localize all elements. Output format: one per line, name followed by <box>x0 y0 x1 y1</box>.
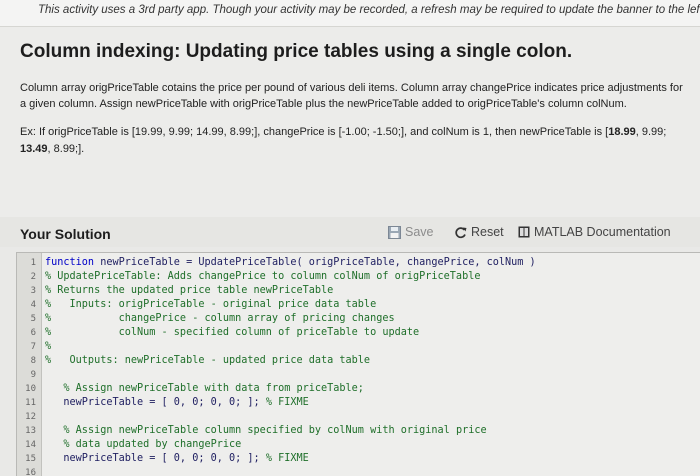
line-code: % Assign newPriceTable column specified … <box>45 424 487 438</box>
code-line[interactable]: 2 % UpdatePriceTable: Adds changePrice to… <box>17 270 700 284</box>
line-code: % Returns the updated price table newPri… <box>45 284 333 298</box>
code-text: newPriceTable = UpdatePriceTable( origPr… <box>94 257 536 268</box>
code-line[interactable]: 10 % Assign newPriceTable with data from… <box>17 382 700 396</box>
code-comment: % UpdatePriceTable: Adds changePrice to … <box>45 271 481 282</box>
code-line[interactable]: 12 <box>17 410 700 424</box>
third-party-banner: This activity uses a 3rd party app. Thou… <box>0 0 700 27</box>
line-number: 3 <box>30 286 36 296</box>
code-comment: % changePrice - column array of pricing … <box>45 313 395 324</box>
code-comment: % <box>45 341 52 352</box>
code-line[interactable]: 13 % Assign newPriceTable column specifi… <box>17 424 700 438</box>
line-code: % UpdatePriceTable: Adds changePrice to … <box>45 270 480 284</box>
code-line[interactable]: 15 newPriceTable = [ 0, 0; 0, 0; ]; % FI… <box>17 452 700 466</box>
line-number: 4 <box>30 300 36 310</box>
line-number: 10 <box>25 384 36 394</box>
matlab-doc-label: MATLAB Documentation <box>534 225 671 239</box>
line-code: % Assign newPriceTable with data from pr… <box>45 382 364 396</box>
line-number: 7 <box>30 342 36 352</box>
code-text: newPriceTable = [ 0, 0; 0, 0; ]; <box>45 453 266 464</box>
code-text: newPriceTable = [ 0, 0; 0, 0; ]; <box>45 397 266 408</box>
code-line[interactable]: 6 % colNum - specified column of priceTab… <box>17 326 700 340</box>
line-number: 8 <box>30 356 36 366</box>
line-code: % colNum - specified column of priceTabl… <box>45 326 419 340</box>
problem-example: Ex: If origPriceTable is [19.99, 9.99; 1… <box>20 124 690 158</box>
line-code: newPriceTable = [ 0, 0; 0, 0; ]; % FIXME <box>45 396 309 410</box>
example-bold-1: 18.99 <box>608 126 636 138</box>
example-prefix: Ex: If origPriceTable is [19.99, 9.99; 1… <box>20 126 609 138</box>
banner-text: This activity uses a 3rd party app. Thou… <box>38 4 700 16</box>
reset-button[interactable]: Reset <box>454 222 504 242</box>
example-mid: , 9.99; <box>635 126 667 138</box>
code-line[interactable]: 9 <box>17 368 700 382</box>
line-code: % Inputs: origPriceTable - original pric… <box>45 298 376 312</box>
code-comment: % Returns the updated price table newPri… <box>45 285 334 296</box>
code-comment: % Assign newPriceTable with data from pr… <box>63 383 364 394</box>
line-number: 12 <box>25 412 36 422</box>
code-comment: % Outputs: newPriceTable - updated price… <box>45 355 371 366</box>
save-icon <box>388 225 401 239</box>
line-number: 15 <box>25 454 36 464</box>
line-code: % changePrice - column array of pricing … <box>45 312 395 326</box>
line-number: 11 <box>25 398 36 408</box>
line-code: % Outputs: newPriceTable - updated price… <box>45 354 370 368</box>
problem-panel: Column indexing: Updating price tables u… <box>0 27 700 217</box>
line-number: 14 <box>25 440 36 450</box>
problem-description: Column array origPriceTable cotains the … <box>20 82 683 110</box>
code-line[interactable]: 14 % data updated by changePrice <box>17 438 700 452</box>
code-line[interactable]: 3 % Returns the updated price table newPr… <box>17 284 700 298</box>
solution-header: Your Solution Save Reset MATLAB Document… <box>0 217 700 247</box>
line-number: 5 <box>30 314 36 324</box>
code-line[interactable]: 11 newPriceTable = [ 0, 0; 0, 0; ]; % FI… <box>17 396 700 410</box>
reset-label: Reset <box>471 225 504 239</box>
line-number: 13 <box>25 426 36 436</box>
reset-icon <box>454 226 467 239</box>
line-code: % data updated by changePrice <box>45 438 241 452</box>
line-code: newPriceTable = [ 0, 0; 0, 0; ]; % FIXME <box>45 452 309 466</box>
code-comment: % colNum - specified column of priceTabl… <box>45 327 420 338</box>
code-comment: % FIXME <box>265 397 309 408</box>
code-line[interactable]: 4 % Inputs: origPriceTable - original pri… <box>17 298 700 312</box>
line-number: 6 <box>30 328 36 338</box>
code-line[interactable]: 8 % Outputs: newPriceTable - updated pric… <box>17 354 700 368</box>
code-line[interactable]: 5 % changePrice - column array of pricing… <box>17 312 700 326</box>
line-code: % <box>45 340 51 354</box>
code-comment: % Inputs: origPriceTable - original pric… <box>45 299 377 310</box>
example-bold-2: 13.49 <box>20 143 48 155</box>
save-label: Save <box>405 225 434 239</box>
example-suffix: , 8.99;]. <box>47 143 85 155</box>
code-keyword: function <box>45 257 95 268</box>
matlab-documentation-link[interactable]: MATLAB Documentation <box>518 222 671 242</box>
code-line[interactable]: 1 function newPriceTable = UpdatePriceTab… <box>17 256 700 270</box>
problem-title: Column indexing: Updating price tables u… <box>20 41 573 62</box>
save-button[interactable]: Save <box>388 222 434 242</box>
code-editor[interactable]: 1 function newPriceTable = UpdatePriceTab… <box>16 252 700 476</box>
line-number: 2 <box>30 272 36 282</box>
line-number: 9 <box>30 370 36 380</box>
matlab-doc-icon <box>518 226 530 238</box>
solution-title: Your Solution <box>20 226 111 242</box>
code-comment: % Assign newPriceTable column specified … <box>63 425 487 436</box>
line-code: function newPriceTable = UpdatePriceTabl… <box>45 256 536 270</box>
line-number: 1 <box>30 258 36 268</box>
code-line[interactable]: 7% <box>17 340 700 354</box>
code-comment: % data updated by changePrice <box>63 439 242 450</box>
code-comment: % FIXME <box>265 453 309 464</box>
